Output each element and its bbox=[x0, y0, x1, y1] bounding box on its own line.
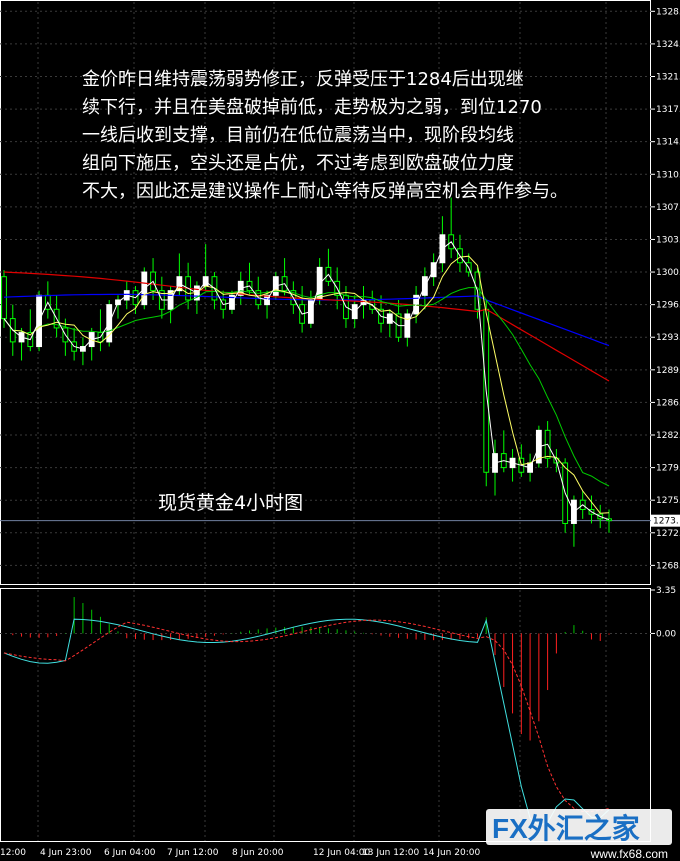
macd-y-tick-label: 0.00 bbox=[656, 629, 676, 639]
y-tick-label: 1300. bbox=[656, 268, 680, 278]
x-tick-label: 12:00 bbox=[0, 848, 26, 858]
macd-signal-line bbox=[3, 619, 610, 813]
ma-green-line bbox=[3, 287, 610, 487]
y-tick-label: 1279. bbox=[656, 464, 680, 474]
ma-blue-line bbox=[3, 293, 610, 347]
annotation-line-3: 一线后收到支撑，目前仍在低位震荡当中，现阶段均线 bbox=[82, 125, 514, 146]
y-tick-label: 1296. bbox=[656, 301, 680, 311]
y-tick-label: 1272. bbox=[656, 529, 680, 539]
y-tick-label: 1289. bbox=[656, 366, 680, 376]
y-tick-label: 1268. bbox=[656, 561, 680, 571]
y-tick-label: 1303. bbox=[656, 235, 680, 245]
y-tick-label: 1328. bbox=[656, 7, 680, 17]
y-tick-label: 1293. bbox=[656, 333, 680, 343]
current-price-label: 1273. bbox=[653, 517, 679, 527]
macd-y-tick-label: 3.35 bbox=[656, 586, 676, 596]
x-tick-label: 7 Jun 12:00 bbox=[167, 848, 219, 858]
y-tick-label: 1314. bbox=[656, 138, 680, 148]
y-tick-label: 1286. bbox=[656, 398, 680, 408]
annotation-line-4: 组向下施压，空头还是占优，不过考虑到欧盘破位力度 bbox=[82, 153, 514, 174]
x-tick-label: 8 Jun 20:00 bbox=[232, 848, 284, 858]
watermark-brand: FX外汇之家 bbox=[492, 812, 640, 844]
y-tick-label: 1317. bbox=[656, 105, 680, 115]
y-tick-label: 1307. bbox=[656, 203, 680, 213]
ma-white-line bbox=[3, 241, 610, 521]
chart-caption: 现货黄金4小时图 bbox=[158, 492, 304, 514]
watermark-site: www.fx68.com bbox=[588, 847, 670, 861]
ma-red-line bbox=[3, 271, 610, 382]
x-tick-label: 4 Jun 23:00 bbox=[40, 848, 92, 858]
x-tick-label: 14 Jun 20:00 bbox=[423, 848, 480, 858]
y-tick-label: 1310. bbox=[656, 170, 680, 180]
y-tick-label: 1282. bbox=[656, 431, 680, 441]
chart-stage: 1328. 1324. 1321. 1317. 1314. 1310. 1307. 1303.… bbox=[0, 0, 680, 861]
y-tick-label: 1321. bbox=[656, 72, 680, 82]
annotation-line-5: 不大，因此还是建议操作上耐心等待反弹高空机会再作参与。 bbox=[82, 181, 568, 202]
macd-line bbox=[3, 618, 610, 826]
y-tick-label: 1275. bbox=[656, 496, 680, 506]
annotation-line-1: 金价昨日维持震荡弱势修正，反弹受压于1284后出现继 bbox=[82, 69, 524, 90]
x-tick-label: 6 Jun 04:00 bbox=[104, 848, 156, 858]
y-tick-label: 1324. bbox=[656, 40, 680, 50]
x-tick-label: 13 Jun 12:00 bbox=[362, 848, 419, 858]
annotation-line-2: 续下行，并且在美盘破掉前低，走势极为之弱，到位1270 bbox=[82, 97, 542, 118]
